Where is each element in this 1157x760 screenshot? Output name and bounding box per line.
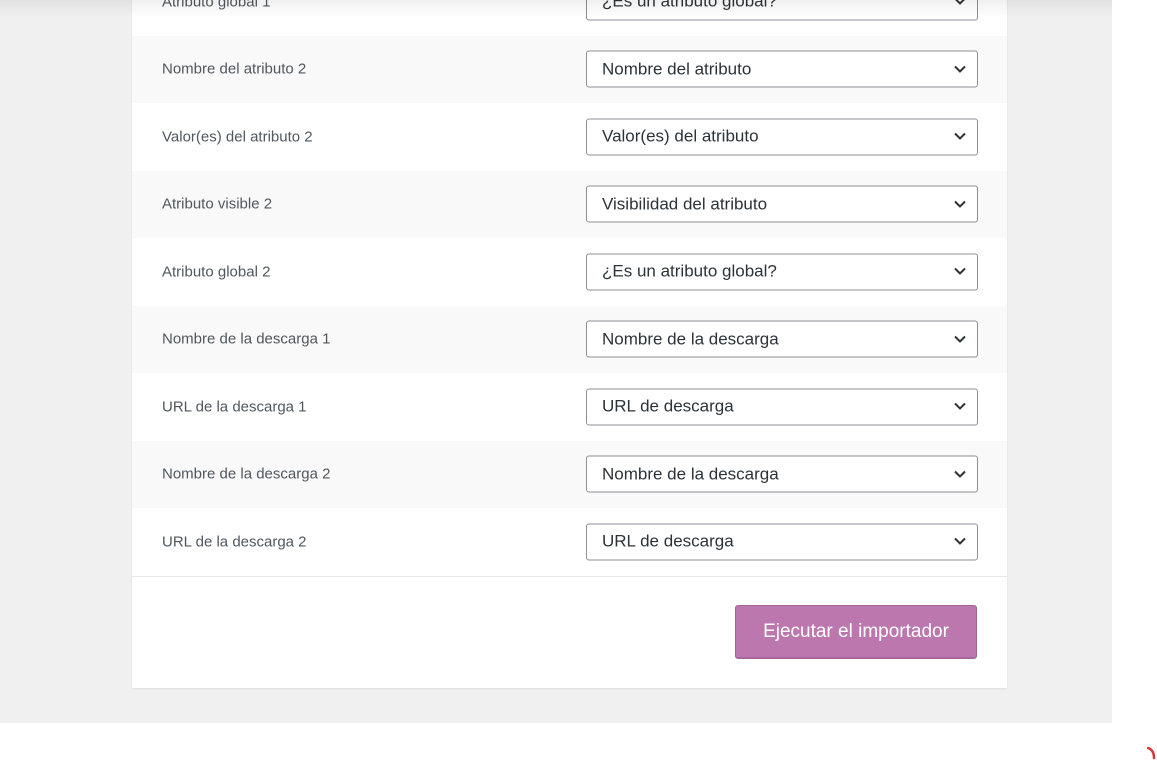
- field-mapping-select-value: Nombre del atributo: [602, 59, 752, 79]
- mapping-row-label: Nombre del atributo 2: [162, 60, 307, 78]
- field-mapping-select[interactable]: Nombre del atributo: [586, 50, 978, 88]
- mapping-row: URL de la descarga 1 URL de descarga: [132, 373, 1007, 441]
- chevron-down-icon: [954, 470, 966, 478]
- importer-footer: Ejecutar el importador: [132, 576, 1007, 688]
- field-mapping-select[interactable]: URL de descarga: [586, 523, 978, 561]
- field-mapping-select-value: URL de descarga: [602, 531, 734, 551]
- mapping-row-label: Nombre de la descarga 1: [162, 330, 331, 348]
- run-importer-button[interactable]: Ejecutar el importador: [735, 605, 977, 659]
- mapping-row: Valor(es) del atributo 2 Valor(es) del a…: [132, 103, 1007, 171]
- mapping-row-label: Nombre de la descarga 2: [162, 465, 331, 483]
- chevron-down-icon: [954, 538, 966, 546]
- mapping-row-label: Atributo global 1: [162, 0, 271, 11]
- column-mapping-table: Atributo global 1 ¿Es un atributo global…: [132, 0, 1007, 576]
- field-mapping-select[interactable]: Nombre de la descarga: [586, 320, 978, 358]
- mapping-row-label: URL de la descarga 1: [162, 398, 307, 416]
- field-mapping-select-value: Nombre de la descarga: [602, 464, 779, 484]
- field-mapping-select[interactable]: ¿Es un atributo global?: [586, 0, 978, 21]
- field-mapping-select-value: Nombre de la descarga: [602, 329, 779, 349]
- importer-card: Atributo global 1 ¿Es un atributo global…: [132, 0, 1007, 688]
- chevron-down-icon: [954, 268, 966, 276]
- mapping-row: URL de la descarga 2 URL de descarga: [132, 508, 1007, 576]
- chevron-down-icon: [954, 403, 966, 411]
- chevron-down-icon: [954, 0, 966, 6]
- mapping-row-label: Atributo global 2: [162, 263, 271, 281]
- field-mapping-select-value: URL de descarga: [602, 396, 734, 416]
- field-mapping-select-value: ¿Es un atributo global?: [602, 261, 777, 281]
- chevron-down-icon: [954, 65, 966, 73]
- field-mapping-select[interactable]: Nombre de la descarga: [586, 455, 978, 493]
- field-mapping-select[interactable]: ¿Es un atributo global?: [586, 253, 978, 291]
- chevron-down-icon: [954, 200, 966, 208]
- mapping-row: Atributo visible 2 Visibilidad del atrib…: [132, 170, 1007, 238]
- mapping-row: Atributo global 2 ¿Es un atributo global…: [132, 238, 1007, 306]
- mapping-row: Nombre del atributo 2 Nombre del atribut…: [132, 35, 1007, 103]
- field-mapping-select-value: Valor(es) del atributo: [602, 126, 759, 146]
- field-mapping-select[interactable]: URL de descarga: [586, 388, 978, 426]
- mapping-row: Nombre de la descarga 2 Nombre de la des…: [132, 440, 1007, 508]
- chevron-down-icon: [954, 335, 966, 343]
- field-mapping-select-value: Visibilidad del atributo: [602, 194, 768, 214]
- mapping-row-label: URL de la descarga 2: [162, 533, 307, 551]
- field-mapping-select-value: ¿Es un atributo global?: [602, 0, 777, 11]
- mapping-row: Atributo global 1 ¿Es un atributo global…: [132, 0, 1007, 36]
- mapping-row-label: Valor(es) del atributo 2: [162, 128, 313, 146]
- chevron-down-icon: [954, 133, 966, 141]
- field-mapping-select[interactable]: Visibilidad del atributo: [586, 185, 978, 223]
- mapping-row-label: Atributo visible 2: [162, 195, 273, 213]
- field-mapping-select[interactable]: Valor(es) del atributo: [586, 118, 978, 156]
- red-corner-mark-icon: [1147, 746, 1156, 760]
- mapping-row: Nombre de la descarga 1 Nombre de la des…: [132, 305, 1007, 373]
